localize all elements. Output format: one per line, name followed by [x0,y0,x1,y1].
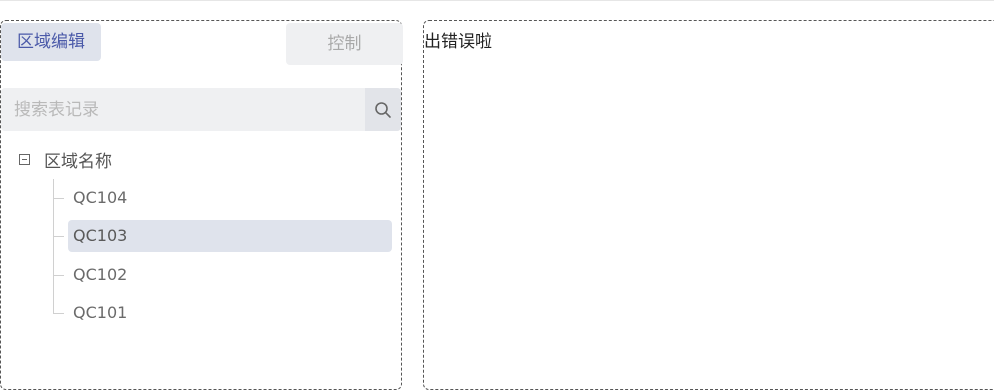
tree-branch-line [53,313,64,314]
tree-node-qc104: QC104 [53,182,392,214]
left-panel: 区域编辑 控制 区域名称 QC104 QC103 QC102 QC101 [0,20,403,390]
tree-root-label[interactable]: 区域名称 [44,147,112,172]
minus-square-icon[interactable] [19,153,30,165]
tree-root: 区域名称 [19,147,112,172]
tree-branch-line [53,198,64,199]
main-panel: 出错误啦 [423,20,994,390]
tree-branch-line [53,236,64,237]
tab-region-edit[interactable]: 区域编辑 [1,23,101,61]
tree-node-label[interactable]: QC104 [68,182,392,214]
tree-node-qc103: QC103 [53,220,392,252]
search-icon [375,101,391,118]
tree-node-qc101: QC101 [53,297,392,329]
tree-node-label[interactable]: QC102 [68,259,392,291]
tab-control[interactable]: 控制 [286,23,403,65]
tree-branch-line [53,275,64,276]
tree-node-qc102: QC102 [53,259,392,291]
search-bar [1,88,401,131]
search-input[interactable] [1,88,363,131]
tree-node-label[interactable]: QC103 [68,220,392,252]
search-button[interactable] [365,88,401,131]
error-message: 出错误啦 [424,32,492,52]
tree-node-label[interactable]: QC101 [68,297,392,329]
top-divider [0,0,994,1]
